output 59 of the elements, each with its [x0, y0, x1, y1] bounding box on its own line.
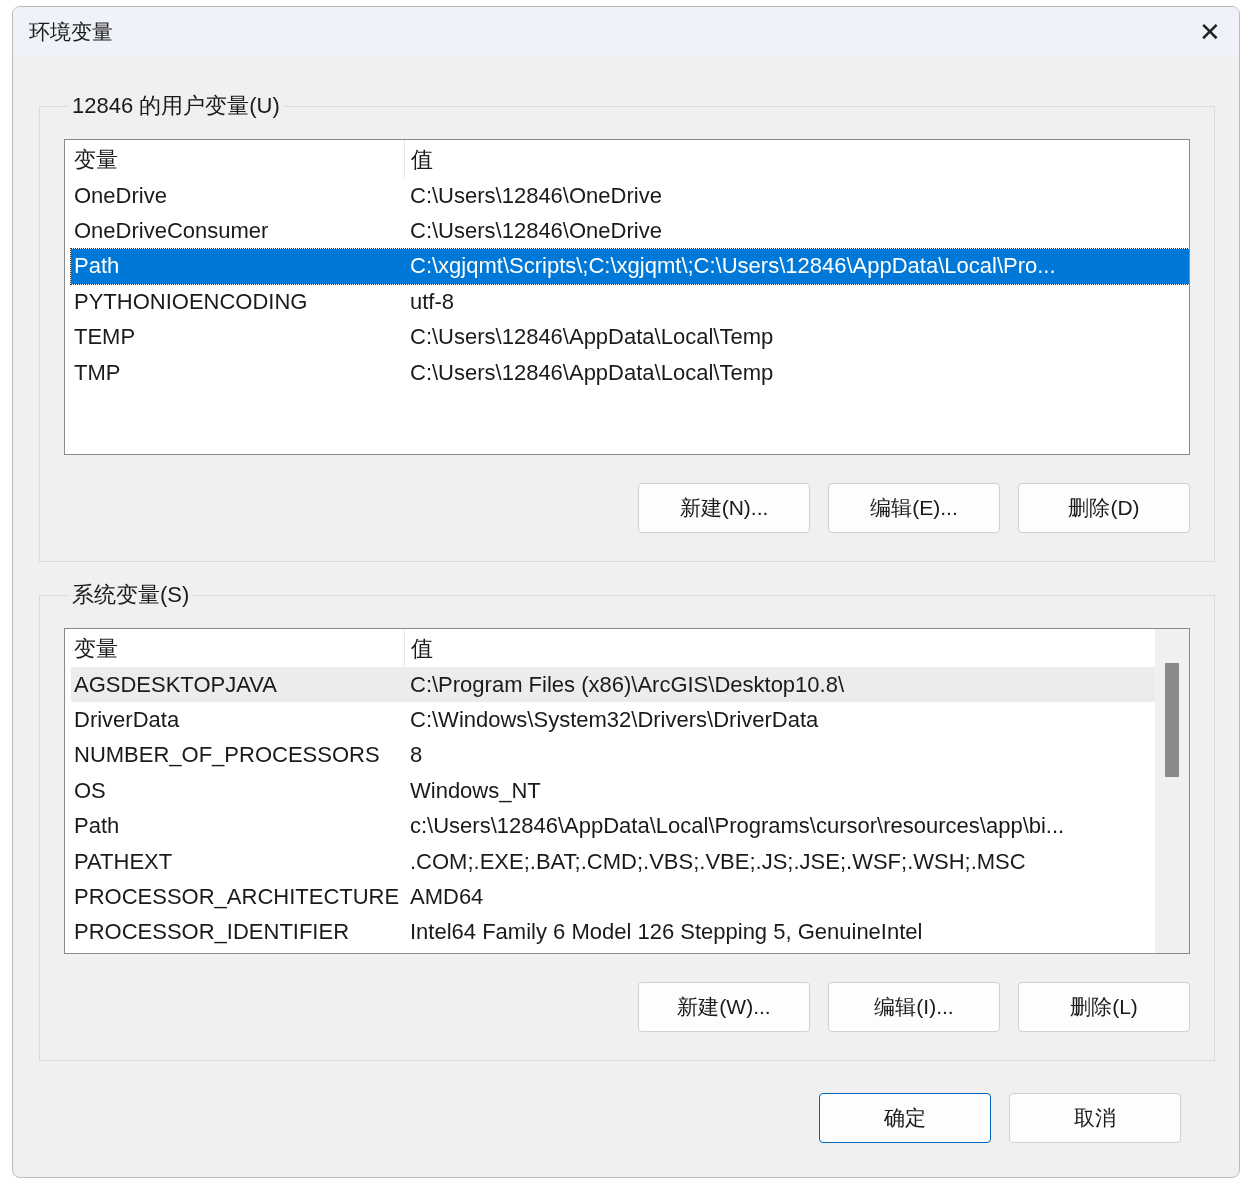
variable-value: C:\xgjqmt\Scripts\;C:\xgjqmt\;C:\Users\12846\AppData\Local\Pro... — [409, 253, 1056, 280]
dialog-button[interactable]: 编辑(E)... — [828, 483, 1000, 533]
list-row[interactable]: OS Windows_NT — [71, 773, 1155, 809]
variable-name: TMP — [73, 359, 122, 386]
dialog-button[interactable]: 删除(D) — [1018, 483, 1190, 533]
variable-value: 8 — [409, 742, 423, 769]
list-row[interactable]: DriverData C:\Windows\System32\Drivers\DriverData — [71, 702, 1155, 738]
variable-value: C:\Program Files (x86)\ArcGIS\Desktop10.8\ — [409, 671, 845, 698]
list-row[interactable]: OneDrive C:\Users\12846\OneDrive — [71, 178, 1189, 214]
variable-value: Windows_NT — [409, 777, 541, 804]
close-button[interactable]: ✕ — [1181, 7, 1239, 57]
variable-value: C:\Windows\System32\Drivers\DriverData — [409, 707, 819, 734]
group-title: 系统变量(S) — [71, 581, 191, 609]
scrollbar-thumb[interactable] — [1165, 663, 1179, 777]
list-row[interactable]: PATHEXT .COM;.EXE;.BAT;.CMD;.VBS;.VBE;.JS;.JSE;.WSF;.WSH;.MSC — [71, 843, 1155, 880]
list-row[interactable]: Path C:\xgjqmt\Scripts\;C:\xgjqmt\;C:\Users\12846\AppData\Local\Pro... — [71, 248, 1189, 285]
list-row[interactable]: TMP C:\Users\12846\AppData\Local\Temp — [71, 354, 1189, 391]
dialog-button[interactable]: 新建(W)... — [638, 982, 810, 1032]
variable-name: OS — [73, 777, 107, 804]
dialog-button[interactable]: 取消 — [1009, 1093, 1181, 1143]
list-row[interactable]: PYTHONIOENCODING utf-8 — [71, 284, 1189, 320]
dialog-button[interactable]: 编辑(I)... — [828, 982, 1000, 1032]
window-title: 环境变量 — [29, 19, 113, 45]
variable-value: C:\Users\12846\AppData\Local\Temp — [409, 359, 774, 386]
variable-name: NUMBER_OF_PROCESSORS — [73, 742, 381, 769]
list-row[interactable]: TEMP C:\Users\12846\AppData\Local\Temp — [71, 319, 1189, 355]
dialog-button[interactable]: 删除(L) — [1018, 982, 1190, 1032]
list-row[interactable]: PROCESSOR_ARCHITECTURE AMD64 — [71, 879, 1155, 915]
list-row[interactable]: Path c:\Users\12846\AppData\Local\Programs\cursor\resources\app\bi... — [71, 808, 1155, 844]
variable-name: OneDriveConsumer — [73, 218, 270, 245]
list-row[interactable]: PROCESSOR_IDENTIFIER Intel64 Family 6 Model 126 Stepping 5, GenuineIntel — [71, 914, 1155, 951]
column-header[interactable]: 值 — [405, 140, 433, 178]
variable-value: AMD64 — [409, 884, 484, 911]
list-row[interactable]: OneDriveConsumer C:\Users\12846\OneDrive — [71, 213, 1189, 249]
variable-name: PYTHONIOENCODING — [73, 288, 309, 315]
variable-value: C:\Users\12846\OneDrive — [409, 182, 662, 209]
dialog-button[interactable]: 确定 — [819, 1093, 991, 1143]
scrollbar[interactable] — [1155, 629, 1189, 953]
group-title: 12846 的用户变量(U) — [71, 92, 281, 120]
variable-name: TEMP — [73, 324, 137, 351]
list-row[interactable]: NUMBER_OF_PROCESSORS 8 — [71, 737, 1155, 774]
variable-name: PATHEXT — [73, 848, 174, 875]
column-header[interactable]: 值 — [405, 629, 433, 667]
column-header[interactable]: 变量 — [71, 140, 405, 178]
variable-value: c:\Users\12846\AppData\Local\Programs\cursor\resources\app\bi... — [409, 813, 1065, 840]
variable-name: AGSDESKTOPJAVA — [73, 671, 278, 698]
variable-value: .COM;.EXE;.BAT;.CMD;.VBS;.VBE;.JS;.JSE;.WSF;.WSH;.MSC — [409, 848, 1026, 875]
variable-name: PROCESSOR_ARCHITECTURE — [73, 884, 401, 911]
variable-value: C:\Users\12846\OneDrive — [409, 218, 662, 245]
variable-value: Intel64 Family 6 Model 126 Stepping 5, GenuineIntel — [409, 919, 923, 946]
variable-name: Path — [73, 813, 121, 840]
variable-value: utf-8 — [409, 288, 455, 315]
variable-name: Path — [73, 253, 121, 280]
variable-name: PROCESSOR_IDENTIFIER — [73, 919, 351, 946]
variable-name: OneDrive — [73, 182, 168, 209]
variable-value: C:\Users\12846\AppData\Local\Temp — [409, 324, 774, 351]
variable-name: DriverData — [73, 707, 181, 734]
dialog-button[interactable]: 新建(N)... — [638, 483, 810, 533]
list-row[interactable]: AGSDESKTOPJAVA C:\Program Files (x86)\ArcGIS\Desktop10.8\ — [71, 667, 1155, 703]
